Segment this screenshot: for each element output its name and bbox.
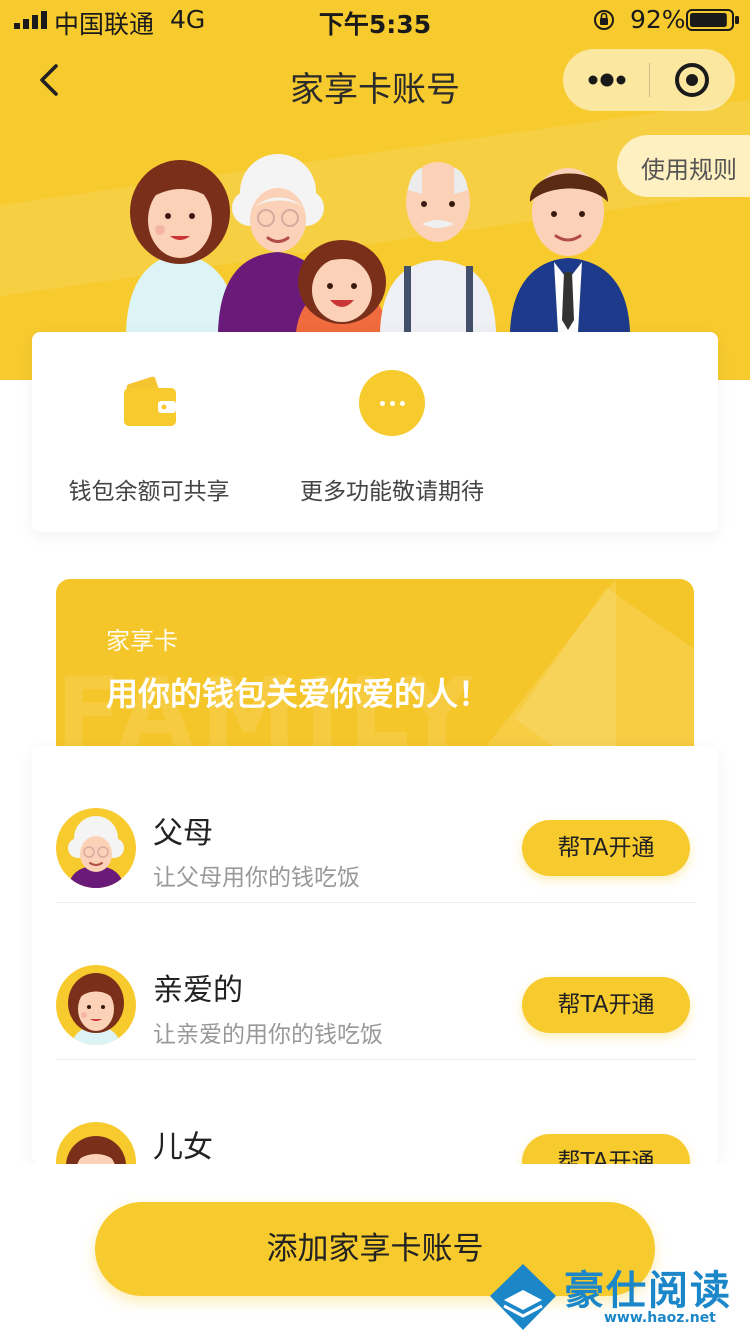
member-description: 让亲爱的用你的钱吃饭 — [153, 1022, 383, 1048]
member-title: 儿女 — [153, 1130, 213, 1165]
member-title: 亲爱的 — [153, 973, 243, 1008]
site-watermark: 豪仕阅读 www.haoz.net — [488, 1258, 746, 1332]
family-card-banner: FAMILY 家享卡 用你的钱包关爱你爱的人！ — [56, 579, 694, 759]
battery-icon — [686, 9, 739, 31]
open-for-member-button[interactable]: 帮TA开通 — [522, 820, 690, 876]
open-for-member-button[interactable]: 帮TA开通 — [522, 977, 690, 1033]
status-bar: 中国联通 4G 下午5:35 92% — [0, 0, 750, 40]
feature-more: 更多功能敬请期待 — [294, 332, 490, 532]
feature-label: 更多功能敬请期待 — [300, 479, 484, 505]
hero-header: 中国联通 4G 下午5:35 92% 家享卡账号 使用规则 — [0, 0, 750, 380]
watermark-url: www.haoz.net — [604, 1310, 716, 1326]
avatar — [56, 965, 136, 1045]
avatar — [56, 808, 136, 888]
mini-program-capsule — [563, 49, 735, 111]
family-illustration — [126, 154, 630, 332]
child-avatar-icon — [66, 1136, 126, 1166]
list-item-children: 儿女 帮TA开通 — [32, 1060, 718, 1166]
more-dots-icon — [359, 370, 425, 436]
feature-label: 钱包余额可共享 — [68, 479, 230, 505]
open-for-member-button[interactable]: 帮TA开通 — [522, 1134, 690, 1166]
woman-avatar-icon — [68, 973, 124, 1045]
wallet-icon — [124, 376, 176, 426]
grandma-avatar-icon — [68, 816, 124, 888]
rotation-lock-icon — [594, 10, 614, 30]
target-circle-icon[interactable] — [649, 49, 735, 111]
watermark-name: 豪仕阅读 — [564, 1268, 732, 1314]
battery-percent: 92% — [630, 5, 686, 34]
list-item-partner: 亲爱的 让亲爱的用你的钱吃饭 帮TA开通 — [32, 903, 718, 1060]
list-item-parents: 父母 让父母用你的钱吃饭 帮TA开通 — [32, 746, 718, 903]
navigation-bar: 家享卡账号 — [0, 40, 750, 128]
banner-title: 用你的钱包关爱你爱的人！ — [106, 675, 491, 713]
avatar — [56, 1122, 136, 1166]
feature-card: 钱包余额可共享 更多功能敬请期待 — [32, 332, 718, 532]
banner-subtitle: 家享卡 — [106, 627, 178, 655]
feature-wallet-share: 钱包余额可共享 — [64, 332, 234, 532]
member-list: 父母 让父母用你的钱吃饭 帮TA开通 亲爱的 让亲爱的用你的钱吃饭 帮TA开通 — [32, 746, 718, 1166]
book-logo-icon — [490, 1264, 556, 1330]
member-title: 父母 — [153, 816, 213, 851]
member-description: 让父母用你的钱吃饭 — [153, 865, 360, 891]
more-dots-icon[interactable] — [563, 49, 649, 111]
